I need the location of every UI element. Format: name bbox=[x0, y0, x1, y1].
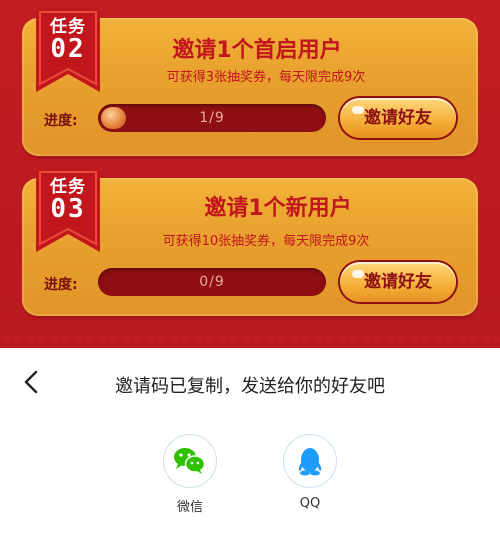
invite-friend-button[interactable]: 邀请好友 bbox=[340, 98, 456, 138]
progress-label: 进度: bbox=[44, 113, 78, 129]
task-badge: 任务 03 bbox=[36, 168, 100, 252]
share-wechat-label: 微信 bbox=[176, 500, 203, 515]
qq-icon bbox=[283, 434, 337, 488]
chevron-left-icon[interactable] bbox=[20, 370, 44, 394]
task-card-02: 任务 02 邀请1个首启用户 可获得3张抽奖券，每天限完成9次 进度: 1/9 … bbox=[22, 8, 478, 156]
share-sheet-title: 邀请码已复制，发送给你的好友吧 bbox=[115, 376, 385, 397]
scallop-edge bbox=[0, 336, 500, 348]
invite-friend-button-label: 邀请好友 bbox=[364, 272, 432, 292]
share-sheet: 邀请码已复制，发送给你的好友吧 微信 QQ bbox=[0, 348, 500, 534]
progress-bar: 1/9 bbox=[98, 104, 326, 132]
task-badge-number: 03 bbox=[50, 194, 86, 224]
share-qq-label: QQ bbox=[299, 496, 321, 511]
task-subtitle: 可获得10张抽奖券，每天限完成9次 bbox=[162, 234, 370, 249]
share-wechat-button[interactable]: 微信 bbox=[160, 434, 220, 515]
task-title: 邀请1个新用户 bbox=[204, 196, 352, 221]
share-qq-button[interactable]: QQ bbox=[280, 434, 340, 511]
invite-friend-button-label: 邀请好友 bbox=[364, 108, 432, 128]
wechat-icon bbox=[163, 434, 217, 488]
progress-text: 0/9 bbox=[199, 274, 225, 290]
progress-label: 进度: bbox=[44, 277, 78, 293]
task-badge: 任务 02 bbox=[36, 8, 100, 92]
progress-bar: 0/9 bbox=[98, 268, 326, 296]
task-card-03: 任务 03 邀请1个新用户 可获得10张抽奖券，每天限完成9次 进度: 0/9 … bbox=[22, 168, 478, 316]
button-gloss bbox=[352, 270, 364, 278]
button-gloss bbox=[352, 106, 364, 114]
invite-friend-button[interactable]: 邀请好友 bbox=[340, 262, 456, 302]
task-subtitle: 可获得3张抽奖券，每天限完成9次 bbox=[166, 70, 366, 85]
task-badge-number: 02 bbox=[50, 34, 86, 64]
progress-text: 1/9 bbox=[199, 110, 225, 126]
task-title: 邀请1个首启用户 bbox=[172, 38, 342, 63]
